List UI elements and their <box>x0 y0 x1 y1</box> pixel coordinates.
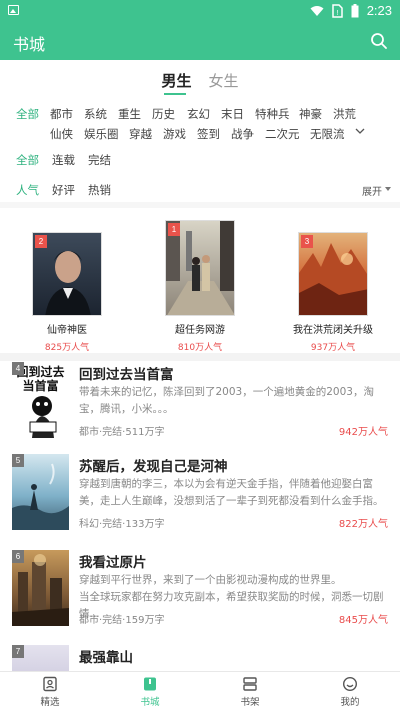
book-popularity: 810万人气 <box>177 343 223 353</box>
category-chip[interactable]: 玄幻 <box>187 106 210 122</box>
rank-badge: 2 <box>35 235 47 248</box>
page-title: 书城 <box>13 35 46 54</box>
nav-label: 书架 <box>240 697 260 708</box>
bottom-nav: 精选 书城 书架 我的 <box>0 671 400 711</box>
rank-badge: 1 <box>168 223 180 236</box>
book-title: 苏醒后，发现自己是河神 <box>79 459 228 475</box>
category-chip[interactable]: 仙侠 <box>50 126 73 142</box>
book-popularity: 845万人气 <box>338 615 388 626</box>
gallery-notification-icon <box>8 5 19 15</box>
sort-rating[interactable]: 好评 <box>52 182 75 198</box>
category-chip[interactable]: 系统 <box>84 106 107 122</box>
wifi-icon <box>310 5 324 16</box>
book-title: 回到过去当首富 <box>79 367 174 383</box>
category-chip[interactable]: 签到 <box>197 126 220 142</box>
search-icon[interactable] <box>370 32 388 50</box>
book-title: 最强靠山 <box>79 650 133 666</box>
app-root: ! 2:23 书城 男生 女生 全部 都市 系统 重生 历史 玄幻 末日 特种兵… <box>0 0 400 711</box>
category-chip[interactable]: 特种兵 <box>255 106 290 122</box>
featured-icon <box>43 676 57 692</box>
category-chip[interactable]: 洪荒 <box>333 106 356 122</box>
book-cover: 3 <box>298 232 368 316</box>
profile-icon <box>342 676 358 692</box>
battery-icon <box>351 3 359 17</box>
book-description: 带着未来的记忆，陈泽回到了2003，一个遍地黄金的2003，淘宝，腾讯，小米。。… <box>79 386 374 415</box>
nav-featured[interactable]: 精选 <box>0 676 100 708</box>
nav-profile[interactable]: 我的 <box>300 676 400 708</box>
category-chip[interactable]: 历史 <box>152 106 175 122</box>
sort-sales[interactable]: 热销 <box>88 182 111 198</box>
book-cover: 1 <box>165 220 235 316</box>
book-cover: 6 <box>12 550 69 626</box>
nav-label: 书城 <box>140 697 160 708</box>
category-chip[interactable]: 全部 <box>16 106 39 122</box>
book-title: 仙帝神医 <box>47 325 87 336</box>
caret-down-icon <box>385 187 391 191</box>
book-cover: 回到过去 当首富 4 <box>12 362 69 438</box>
app-bar: 书城 <box>0 22 400 60</box>
book-cover: 5 <box>12 454 69 530</box>
filter-all[interactable]: 全部 <box>16 152 39 168</box>
book-meta: 科幻·完结·133万字 <box>79 519 165 530</box>
book-list-item[interactable]: 5 苏醒后，发现自己是河神 穿越到唐朝的李三，本以为会有逆天金手指，伴随着他迎娶… <box>0 454 400 550</box>
bookshelf-icon <box>243 677 257 691</box>
book-popularity: 822万人气 <box>338 519 388 530</box>
category-chip[interactable]: 神豪 <box>299 106 322 122</box>
rank-book-2[interactable]: 2 仙帝神医 825万人气 <box>12 232 122 353</box>
book-meta: 都市·完结·511万字 <box>79 427 165 438</box>
book-list-item[interactable]: 回到过去 当首富 4 回到过去当首富 带着未来的记忆，陈泽回到了2003，一个遍… <box>0 362 400 458</box>
nav-label: 我的 <box>340 697 360 708</box>
sort-popularity[interactable]: 人气 <box>16 182 39 198</box>
rank-number: 6 <box>12 550 24 563</box>
book-popularity: 825万人气 <box>44 343 90 353</box>
book-title: 超任务网游 <box>175 325 225 336</box>
rank-number: 5 <box>12 454 24 467</box>
status-bar: ! 2:23 <box>0 0 400 22</box>
nav-bookstore[interactable]: 书城 <box>100 676 200 708</box>
bookstore-icon <box>144 677 156 691</box>
expand-toggle[interactable]: 展开 <box>362 183 382 198</box>
rank-book-3[interactable]: 3 我在洪荒闭关升级 937万人气 <box>278 232 388 353</box>
rank-badge: 3 <box>301 235 313 248</box>
category-chip[interactable]: 穿越 <box>129 126 152 142</box>
book-meta: 都市·完结·159万字 <box>79 615 165 626</box>
tab-indicator <box>164 93 186 95</box>
category-chip[interactable]: 无限流 <box>310 126 345 142</box>
book-popularity: 942万人气 <box>338 427 388 438</box>
book-title: 我看过原片 <box>79 555 147 571</box>
category-chip[interactable]: 娱乐圈 <box>84 126 119 142</box>
category-chip[interactable]: 游戏 <box>163 126 186 142</box>
book-cover: 2 <box>32 232 102 316</box>
status-time: 2:23 <box>366 3 392 18</box>
nav-label: 精选 <box>40 697 60 708</box>
category-chip[interactable]: 二次元 <box>265 126 300 142</box>
filter-completed[interactable]: 完结 <box>88 152 111 168</box>
top-ranking: 2 仙帝神医 825万人气 1 超任务网游 810万人气 3 我在洪荒闭关升级 … <box>0 213 400 353</box>
category-chip[interactable]: 都市 <box>50 106 73 122</box>
no-sim-icon: ! <box>331 3 343 18</box>
gender-tabs: 男生 女生 <box>0 70 400 95</box>
tab-male[interactable]: 男生 <box>161 70 191 91</box>
chevron-down-icon[interactable] <box>355 126 365 136</box>
filter-serial[interactable]: 连载 <box>52 152 75 168</box>
book-popularity: 937万人气 <box>310 343 356 353</box>
category-chip[interactable]: 重生 <box>118 106 141 122</box>
rank-book-1[interactable]: 1 超任务网游 810万人气 <box>145 220 255 353</box>
svg-text:!: ! <box>336 10 338 17</box>
nav-bookshelf[interactable]: 书架 <box>200 676 300 708</box>
rank-number: 4 <box>12 362 24 375</box>
tab-female[interactable]: 女生 <box>209 70 239 91</box>
section-divider <box>0 202 400 208</box>
category-chip[interactable]: 战争 <box>231 126 254 142</box>
book-title: 我在洪荒闭关升级 <box>293 325 373 336</box>
section-divider <box>0 353 400 361</box>
book-list-item[interactable]: 6 我看过原片 穿越到平行世界，来到了一个由影视动漫构成的世界里。 当全球玩家都… <box>0 550 400 646</box>
rank-number: 7 <box>12 645 24 658</box>
svg-text:当首富: 当首富 <box>22 378 58 393</box>
category-chip[interactable]: 末日 <box>221 106 244 122</box>
book-description: 穿越到唐朝的李三，本以为会有逆天金手指，伴随着他迎娶白富美，走上人生巅峰，没想到… <box>79 478 384 507</box>
